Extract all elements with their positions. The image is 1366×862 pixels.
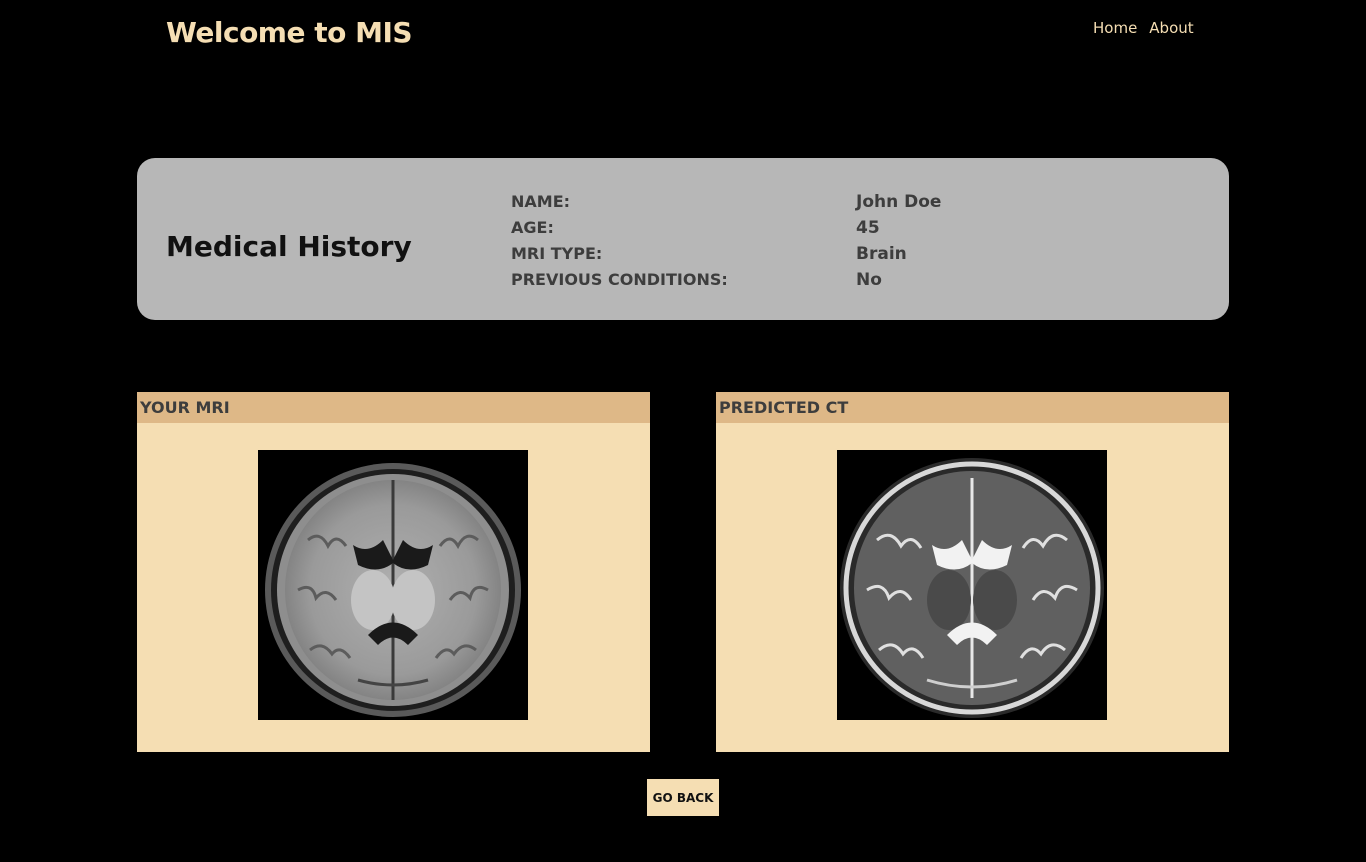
mri-scan-image: [258, 450, 528, 720]
history-labels: NAME: AGE: MRI TYPE: PREVIOUS CONDITIONS…: [511, 189, 728, 293]
ct-scan-image: [837, 450, 1107, 720]
mri-panel: YOUR MRI: [137, 392, 650, 752]
medical-history-card: Medical History NAME: AGE: MRI TYPE: PRE…: [137, 158, 1229, 320]
medical-history-title: Medical History: [166, 230, 412, 263]
go-back-button[interactable]: GO BACK: [647, 779, 719, 816]
age-label: AGE:: [511, 218, 554, 237]
mri-type-value: Brain: [856, 244, 907, 264]
mri-panel-header: YOUR MRI: [137, 392, 650, 423]
mri-type-label: MRI TYPE:: [511, 244, 603, 263]
ct-panel-header: PREDICTED CT: [716, 392, 1229, 423]
mri-brain-illustration: [265, 463, 521, 717]
previous-conditions-label: PREVIOUS CONDITIONS:: [511, 270, 728, 289]
name-label: NAME:: [511, 192, 571, 211]
page: Welcome to MIS Home About Medical Histor…: [0, 0, 1366, 862]
site-title: Welcome to MIS: [166, 16, 413, 49]
name-value: John Doe: [856, 192, 942, 212]
nav-about-link[interactable]: About: [1149, 19, 1193, 37]
nav-home-link[interactable]: Home: [1093, 19, 1137, 37]
history-values: John Doe 45 Brain No: [856, 189, 941, 293]
top-nav: Home About: [1093, 19, 1194, 37]
ct-brain-illustration: [840, 458, 1104, 718]
ct-panel: PREDICTED CT: [716, 392, 1229, 752]
age-value: 45: [856, 218, 880, 238]
previous-conditions-value: No: [856, 270, 882, 290]
